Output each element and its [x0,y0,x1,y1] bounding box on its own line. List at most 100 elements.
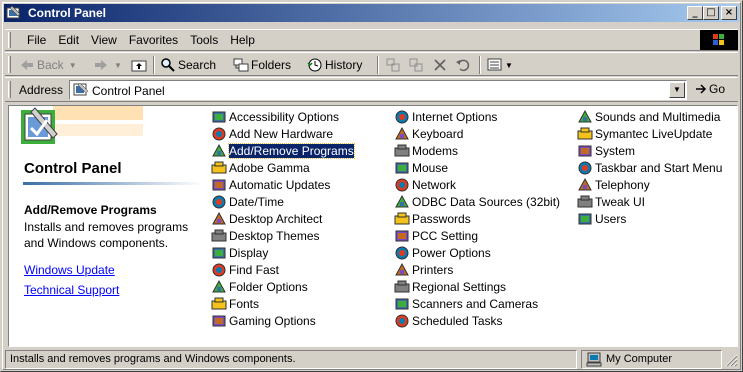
menu-tools[interactable]: Tools [184,33,224,47]
item-label: Scanners and Cameras [412,296,539,311]
folders-button[interactable]: Folders [233,56,291,74]
date-time-icon [212,195,226,208]
item-pcc-setting[interactable]: PCC Setting [394,227,478,244]
control-panel-icon [6,5,21,19]
add-new-hardware-icon [212,127,226,140]
item-mouse[interactable]: Mouse [394,159,448,176]
item-printers[interactable]: Printers [394,261,453,278]
address-dropdown-button[interactable]: ▼ [669,82,685,98]
item-system[interactable]: System [577,142,635,159]
go-button[interactable]: Go [695,82,725,96]
item-label: Keyboard [412,126,464,141]
item-automatic-updates[interactable]: Automatic Updates [211,176,330,193]
pane-title: Control Panel [24,160,122,177]
item-telephony[interactable]: Telephony [577,176,650,193]
item-scanners-and-cameras[interactable]: Scanners and Cameras [394,295,538,312]
menu-edit[interactable]: Edit [52,33,85,47]
resize-grip-icon[interactable] [725,354,738,367]
item-modems[interactable]: Modems [394,142,458,159]
item-regional-settings[interactable]: Regional Settings [394,278,506,295]
item-internet-options[interactable]: Internet Options [394,108,497,125]
address-grip[interactable] [8,81,11,98]
item-network[interactable]: Network [394,176,456,193]
automatic-updates-icon [212,179,226,190]
item-sounds-and-multimedia[interactable]: Sounds and Multimedia [577,108,720,125]
item-symantec-liveupdate[interactable]: Symantec LiveUpdate [577,125,712,142]
close-button[interactable]: × [721,6,737,20]
item-fonts[interactable]: Fonts [211,295,259,312]
gaming-options-icon [212,315,226,326]
up-folder-icon [131,60,147,72]
windows-update-link[interactable]: Windows Update [24,263,115,277]
minimize-button[interactable]: _ [687,6,703,20]
title-bar[interactable]: Control Panel _ □ × [4,4,739,22]
item-odbc-data-sources-32bit[interactable]: ODBC Data Sources (32bit) [394,193,560,210]
menu-view[interactable]: View [85,33,123,47]
views-dropdown-icon[interactable]: ▼ [505,61,513,70]
selected-item-description: Installs and removes programs and Window… [24,220,189,250]
item-desktop-themes[interactable]: Desktop Themes [211,227,320,244]
forward-dropdown-icon[interactable]: ▼ [114,61,122,70]
views-icon [487,58,502,71]
folders-label: Folders [251,58,292,72]
pcc-setting-icon [395,230,409,241]
my-computer-icon [586,352,602,367]
item-label: Find Fast [229,262,280,277]
item-users[interactable]: Users [577,210,626,227]
item-adobe-gamma[interactable]: Adobe Gamma [211,159,310,176]
back-button[interactable]: Back ▼ [19,56,77,74]
status-text: Installs and removes programs and Window… [5,350,577,369]
item-display[interactable]: Display [211,244,268,261]
item-date-time[interactable]: Date/Time [211,193,284,210]
menu-file[interactable]: File [21,33,52,47]
item-add-new-hardware[interactable]: Add New Hardware [211,125,333,142]
forward-button[interactable]: ▼ [93,56,122,74]
item-accessibility-options[interactable]: Accessibility Options [211,108,339,125]
search-label: Search [178,58,217,72]
item-add-remove-programs[interactable]: Add/Remove Programs [211,142,355,159]
search-button[interactable]: Search [160,56,216,74]
toolbar-grip[interactable] [8,56,11,73]
move-to-icon [386,58,400,72]
item-find-fast[interactable]: Find Fast [211,261,279,278]
item-label: Accessibility Options [229,109,340,124]
item-label: Symantec LiveUpdate [595,126,713,141]
undo-button[interactable] [455,56,473,74]
move-to-button[interactable] [385,56,403,74]
maximize-button[interactable]: □ [703,6,719,20]
item-label: Network [412,177,457,192]
back-dropdown-icon[interactable]: ▼ [69,61,77,70]
copy-to-button[interactable] [408,56,426,74]
item-label: Desktop Themes [229,228,320,243]
menu-grip[interactable] [8,32,11,48]
address-field[interactable]: Control Panel ▼ [69,80,687,100]
delete-button[interactable] [432,56,450,74]
item-label: Telephony [595,177,650,192]
item-label: Mouse [412,160,449,175]
item-taskbar-and-start-menu[interactable]: Taskbar and Start Menu [577,159,722,176]
history-button[interactable]: History [307,56,362,74]
address-value: Control Panel [92,84,165,98]
item-desktop-architect[interactable]: Desktop Architect [211,210,322,227]
item-power-options[interactable]: Power Options [394,244,491,261]
technical-support-link[interactable]: Technical Support [24,283,119,297]
item-tweak-ui[interactable]: Tweak UI [577,193,645,210]
item-passwords[interactable]: Passwords [394,210,471,227]
item-gaming-options[interactable]: Gaming Options [211,312,316,329]
item-keyboard[interactable]: Keyboard [394,125,463,142]
tweak-ui-icon [577,195,593,207]
add-remove-programs-icon [212,143,226,156]
menu-favorites[interactable]: Favorites [123,33,184,47]
menu-help[interactable]: Help [224,33,261,47]
item-label: Users [595,211,627,226]
web-view-pane: Control Panel Add/Remove Programs Instal… [9,106,205,346]
display-icon [212,247,226,258]
views-button[interactable]: ▼ [487,56,513,74]
item-folder-options[interactable]: Folder Options [211,278,308,295]
item-scheduled-tasks[interactable]: Scheduled Tasks [394,312,503,329]
telephony-icon [578,177,592,190]
keyboard-icon [395,126,409,139]
item-label: Taskbar and Start Menu [595,160,723,175]
item-label: System [595,143,636,158]
up-button[interactable] [131,56,149,74]
